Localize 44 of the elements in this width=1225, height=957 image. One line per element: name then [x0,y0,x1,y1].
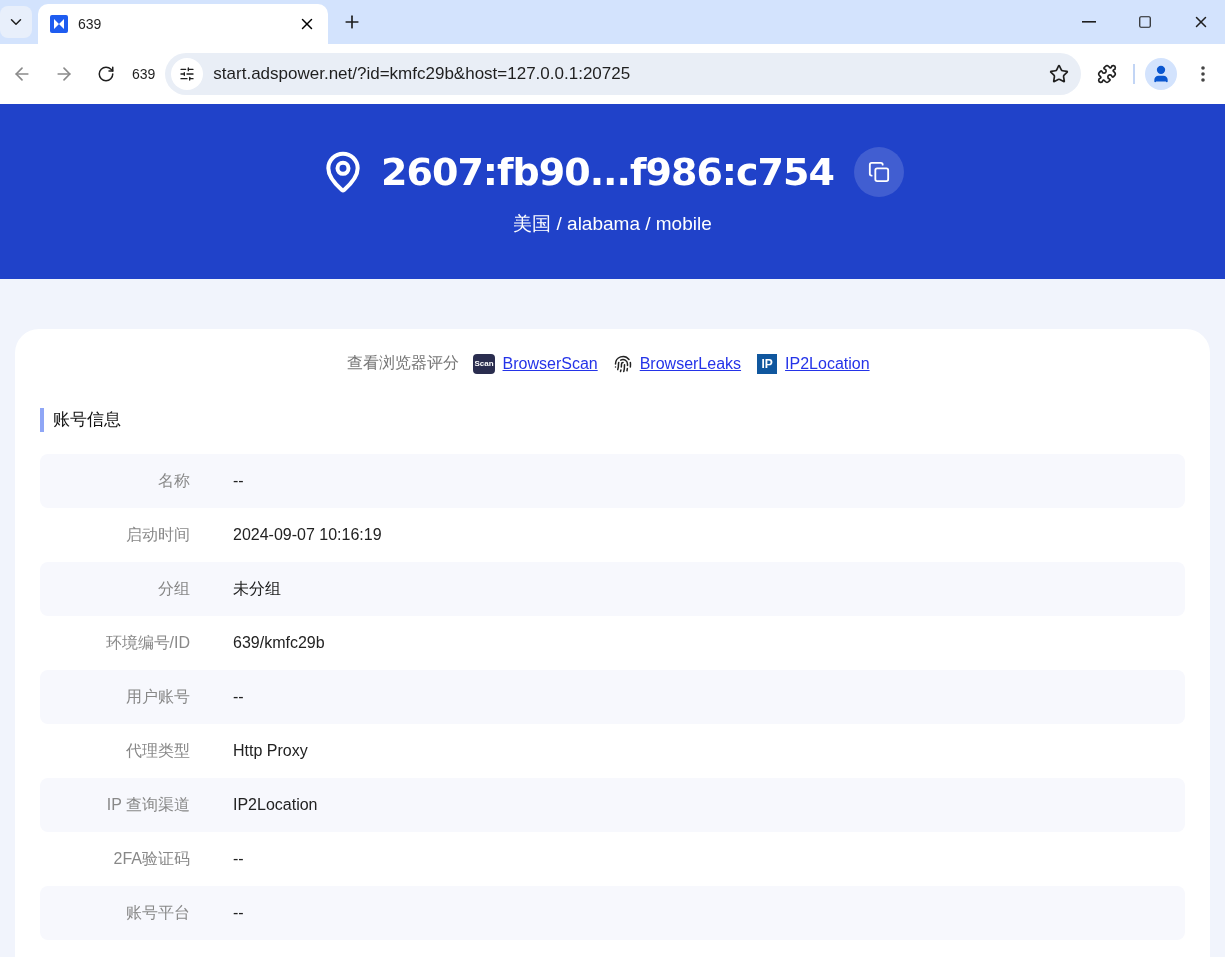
reload-icon [97,65,115,83]
address-bar[interactable]: start.adspower.net/?id=kmfc29b&host=127.0.0.1:20725 [165,53,1081,95]
field-value: IP2Location [233,796,318,814]
location-text: 美国 / alabama / mobile [513,211,712,236]
field-value: 639/kmfc29b [233,634,325,652]
field-label: 2FA验证码 [112,848,190,869]
site-settings-button[interactable] [171,58,204,90]
field-value: -- [233,904,244,922]
field-label: 用户账号 [125,686,190,707]
field-label: 分组 [157,578,190,599]
field-label: 账号平台 [125,902,190,923]
sliders-icon [179,66,196,82]
logo-icon: Scan [473,353,495,374]
puzzle-icon [1097,64,1117,84]
link[interactable]: BrowserScan [502,354,598,373]
browser-tab[interactable]: 639 [38,4,328,44]
field-value: 2024-09-07 10:16:19 [233,526,382,544]
field-label: 名称 [157,470,190,491]
score-label: 查看浏览器评分 [347,353,460,373]
field-value: -- [233,688,244,706]
star-icon [1049,64,1069,84]
field-label: 启动时间 [125,524,190,545]
section-title: 账号信息 [40,408,1185,432]
field-label: IP 查询渠道 [105,794,190,815]
ip-address: 2607:fb90...f986:c754 [381,149,834,194]
field-value: -- [233,472,244,490]
tab-number: 639 [132,66,156,82]
field-label: 代理类型 [125,740,190,761]
copy-icon [867,160,890,183]
minimize-icon [1082,21,1096,23]
link[interactable]: IP2Location [785,354,870,373]
maximize-icon [1138,15,1152,29]
field-value: -- [233,850,244,868]
profile-button[interactable] [1145,58,1177,90]
field-value: 未分组 [233,578,281,599]
fingerprint-icon [613,354,632,373]
user-icon [1151,64,1171,84]
more-icon [1201,66,1205,82]
app-logo-icon [50,15,68,33]
field-label: 环境编号/ID [104,632,190,653]
logo-icon: IP [757,353,778,374]
link[interactable]: BrowserLeaks [639,354,742,373]
field-value: Http Proxy [233,742,308,760]
tab-title: 639 [78,16,103,32]
